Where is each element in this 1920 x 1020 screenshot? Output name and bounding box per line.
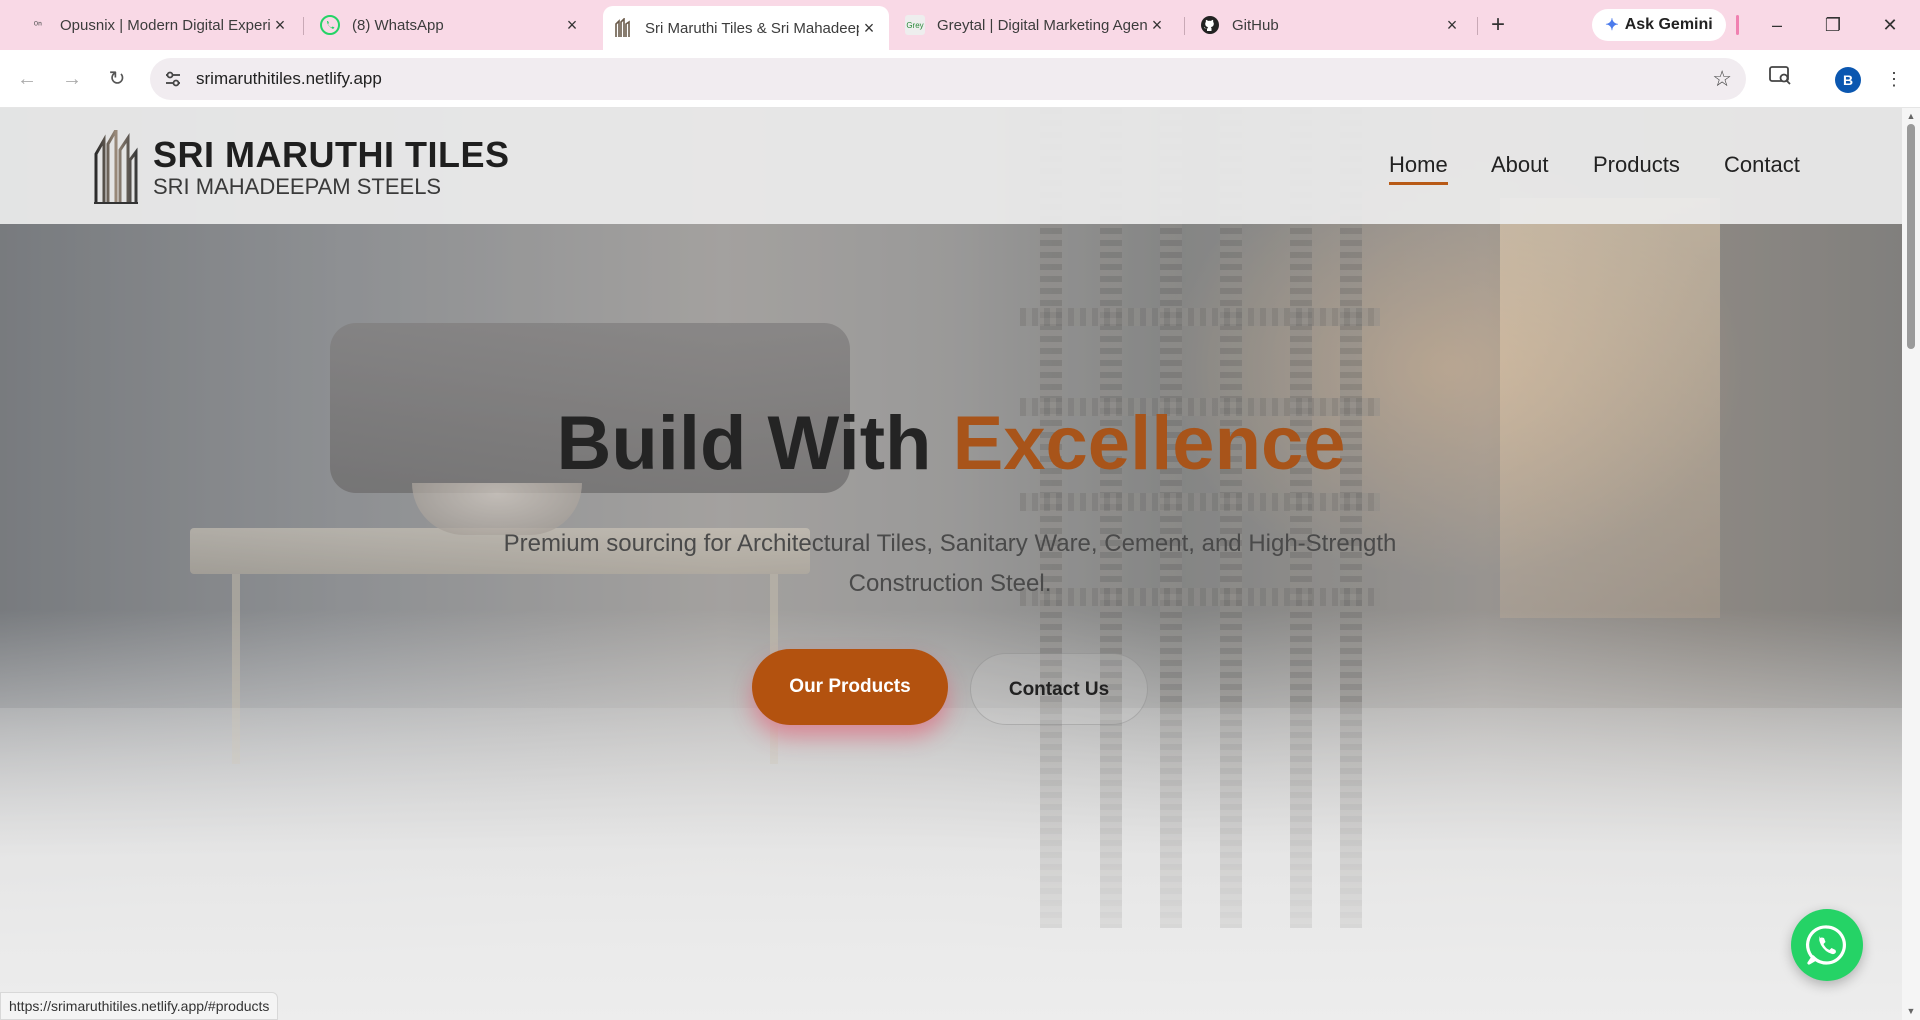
url-text: srimaruthitiles.netlify.app [196, 69, 382, 88]
address-bar[interactable]: srimaruthitiles.netlify.app ☆ [150, 58, 1746, 100]
brand-subtitle: SRI MAHADEEPAM STEELS [153, 174, 442, 199]
search-tabs-icon[interactable] [1765, 64, 1795, 94]
tab-divider [1184, 17, 1185, 35]
close-icon[interactable]: × [1147, 15, 1167, 35]
whatsapp-icon [320, 15, 340, 35]
tab-divider [303, 17, 304, 35]
opusnix-icon: ᵒⁿ [33, 19, 43, 31]
hero-subtitle: Premium sourcing for Architectural Tiles… [503, 530, 1397, 597]
scroll-up-icon[interactable]: ▲ [1906, 111, 1916, 121]
scrollbar-thumb[interactable] [1907, 124, 1915, 349]
restore-icon[interactable]: ❐ [1813, 10, 1853, 40]
tab-title: Greytal | Digital Marketing Agency [937, 16, 1147, 34]
tab-divider [1477, 17, 1478, 35]
our-products-button[interactable]: Our Products [752, 649, 948, 725]
site-header: SRI MARUTHI TILES SRI MAHADEEPAM STEELS … [0, 108, 1902, 224]
whatsapp-icon [1805, 925, 1846, 965]
forward-icon[interactable]: → [57, 64, 87, 94]
nav-about[interactable]: About [1491, 152, 1549, 178]
site-info-icon[interactable] [162, 68, 184, 90]
back-icon[interactable]: ← [12, 64, 42, 94]
tab-strip: ᵒⁿ Opusnix | Modern Digital Experiences … [0, 0, 1920, 50]
scroll-down-icon[interactable]: ▼ [1906, 1006, 1916, 1016]
tab-group-indicator [1736, 15, 1739, 35]
building-logo-icon[interactable] [94, 130, 138, 204]
hero-title-accent: Excellence [952, 401, 1346, 486]
profile-avatar[interactable]: B [1835, 67, 1861, 93]
tab-opusnix[interactable]: ᵒⁿ Opusnix | Modern Digital Experiences … [18, 8, 300, 42]
tab-whatsapp[interactable]: (8) WhatsApp × [310, 8, 592, 42]
tab-title: GitHub [1232, 16, 1279, 34]
tab-greytal[interactable]: Grey Greytal | Digital Marketing Agency … [895, 8, 1177, 42]
hero-title: Build With Excellence [0, 400, 1902, 487]
tab-title: (8) WhatsApp [352, 16, 444, 34]
gemini-label: Ask Gemini [1624, 16, 1713, 33]
ask-gemini-button[interactable]: ✦ Ask Gemini [1592, 9, 1726, 41]
tab-sri-maruthi[interactable]: Sri Maruthi Tiles & Sri Mahadeepam Steel… [603, 6, 889, 50]
tab-title: Sri Maruthi Tiles & Sri Mahadeepam Steel… [645, 19, 859, 37]
link-status-bar: https://srimaruthitiles.netlify.app/#pro… [0, 992, 279, 1020]
close-icon[interactable]: × [562, 15, 582, 35]
contact-us-button[interactable]: Contact Us [970, 653, 1148, 725]
new-tab-button[interactable]: + [1484, 12, 1512, 40]
browser-toolbar: ← → ↻ srimaruthitiles.netlify.app ☆ ⋮ [0, 50, 1920, 108]
close-icon[interactable]: × [1442, 15, 1462, 35]
close-icon[interactable]: × [859, 18, 879, 38]
whatsapp-float-button[interactable] [1791, 909, 1863, 981]
close-window-icon[interactable]: ✕ [1870, 10, 1910, 40]
reload-icon[interactable]: ↻ [102, 64, 132, 94]
close-icon[interactable]: × [270, 15, 290, 35]
menu-kebab-icon[interactable]: ⋮ [1879, 64, 1909, 94]
github-icon [1200, 15, 1220, 35]
greytal-icon: Grey [905, 15, 925, 35]
page-viewport: SRI MARUTHI TILES SRI MAHADEEPAM STEELS … [0, 108, 1902, 1020]
page-scrollbar[interactable]: ▲ ▼ [1902, 108, 1920, 1020]
brand-title[interactable]: SRI MARUTHI TILES [153, 134, 510, 176]
gemini-sparkle-icon: ✦ [1605, 17, 1619, 34]
hero-title-main: Build With [556, 401, 932, 486]
nav-home[interactable]: Home [1389, 152, 1448, 185]
nav-contact[interactable]: Contact [1724, 152, 1800, 178]
tab-title: Opusnix | Modern Digital Experiences [60, 16, 270, 34]
tab-github[interactable]: GitHub × [1190, 8, 1472, 42]
nav-products[interactable]: Products [1593, 152, 1680, 178]
minimize-icon[interactable]: – [1757, 10, 1797, 40]
building-icon [613, 18, 633, 38]
bookmark-star-icon[interactable]: ☆ [1712, 66, 1732, 92]
